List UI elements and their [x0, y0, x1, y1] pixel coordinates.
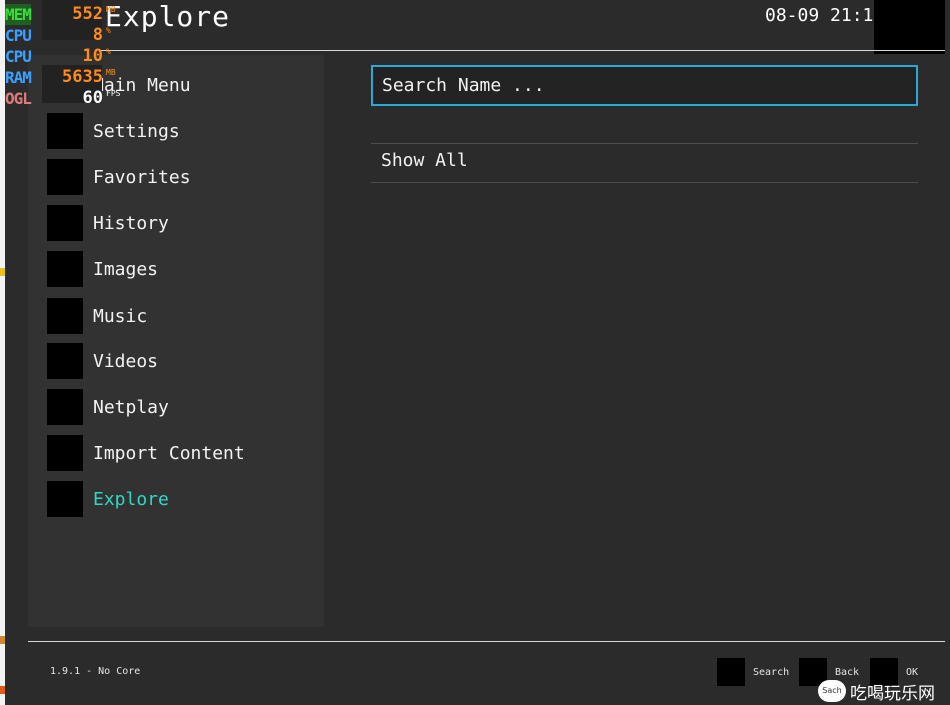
history-icon — [47, 205, 83, 241]
osd-row-ram: RAM 5635 MB — [5, 67, 125, 88]
osd-unit: % — [106, 47, 111, 56]
sidebar-item-netplay[interactable]: Netplay — [47, 389, 317, 425]
version-label: 1.9.1 - No Core — [50, 666, 141, 677]
explore-icon — [47, 481, 83, 517]
sidebar-item-history[interactable]: History — [47, 205, 317, 241]
sidebar-item-favorites[interactable]: Favorites — [47, 159, 317, 195]
retroarch-window: Explore 08-09 21:13 Main Menu Settings F… — [5, 0, 950, 705]
osd-value: 10 — [82, 46, 103, 66]
osd-unit: FPS — [106, 89, 121, 98]
footer-divider — [28, 641, 945, 642]
hint-label: Back — [835, 666, 860, 678]
sidebar-item-music[interactable]: Music — [47, 298, 317, 334]
osd-row-cpu: CPU 8 % — [5, 25, 125, 46]
osd-value: 5635 — [62, 67, 103, 87]
sidebar-item-import-content[interactable]: Import Content — [47, 435, 317, 471]
list-divider — [371, 143, 918, 144]
osd-key: CPU — [5, 26, 32, 45]
sidebar-item-label: Images — [93, 258, 159, 280]
osd-unit: MB — [106, 68, 116, 77]
sidebar-item-label: Settings — [93, 120, 180, 142]
osd-key: MEM — [5, 4, 32, 25]
sidebar-item-label: Netplay — [93, 396, 169, 418]
images-icon — [47, 251, 83, 287]
osd-key: CPU — [5, 47, 32, 66]
osd-key: OGL — [5, 89, 32, 108]
performance-overlay: MEM 552 MB CPU 8 % CPU 10 % RAM 5635 MB … — [5, 0, 125, 110]
import-content-icon — [47, 435, 83, 471]
corner-block — [874, 0, 945, 54]
search-button-icon — [717, 658, 745, 686]
sidebar-item-label: Videos — [93, 350, 159, 372]
sidebar-item-videos[interactable]: Videos — [47, 343, 317, 379]
osd-key: RAM — [5, 68, 32, 87]
sidebar-item-label: Explore — [93, 488, 169, 510]
osd-row-cpu: CPU 10 % — [5, 46, 125, 67]
sidebar-item-label: Favorites — [93, 166, 191, 188]
sidebar-item-label: History — [93, 212, 169, 234]
osd-value: 552 — [72, 4, 103, 24]
music-icon — [47, 298, 83, 334]
osd-value: 60 — [82, 88, 103, 108]
sidebar-item-explore[interactable]: Explore — [47, 481, 317, 517]
sidebar-item-settings[interactable]: Settings — [47, 113, 317, 149]
favorites-icon — [47, 159, 83, 195]
hint-label: Search — [753, 666, 790, 678]
header-divider — [100, 50, 945, 51]
osd-row-ogl: OGL 60 FPS — [5, 88, 125, 109]
watermark-text: 吃喝玩乐网 — [850, 683, 935, 704]
netplay-icon — [47, 389, 83, 425]
osd-value: 8 — [92, 25, 103, 45]
osd-unit: % — [106, 26, 111, 35]
osd-unit: MB — [106, 5, 116, 14]
search-name-entry[interactable]: Search Name ... — [371, 65, 918, 106]
settings-icon — [47, 113, 83, 149]
sidebar-item-images[interactable]: Images — [47, 251, 317, 287]
sidebar: Main Menu Settings Favorites History Ima… — [28, 55, 324, 627]
osd-row-mem: MEM 552 MB — [5, 4, 125, 25]
hint-label: OK — [906, 666, 919, 678]
show-all-item[interactable]: Show All — [381, 150, 468, 172]
sidebar-item-label: Import Content — [93, 442, 245, 464]
watermark-logo: Sach — [818, 680, 846, 702]
site-watermark: Sach 吃喝玩乐网 — [818, 678, 935, 704]
clock: 08-09 21:13 — [765, 5, 885, 26]
hint-search[interactable]: Search — [717, 658, 789, 686]
sidebar-item-label: Music — [93, 305, 148, 327]
videos-icon — [47, 343, 83, 379]
list-divider — [371, 182, 918, 183]
